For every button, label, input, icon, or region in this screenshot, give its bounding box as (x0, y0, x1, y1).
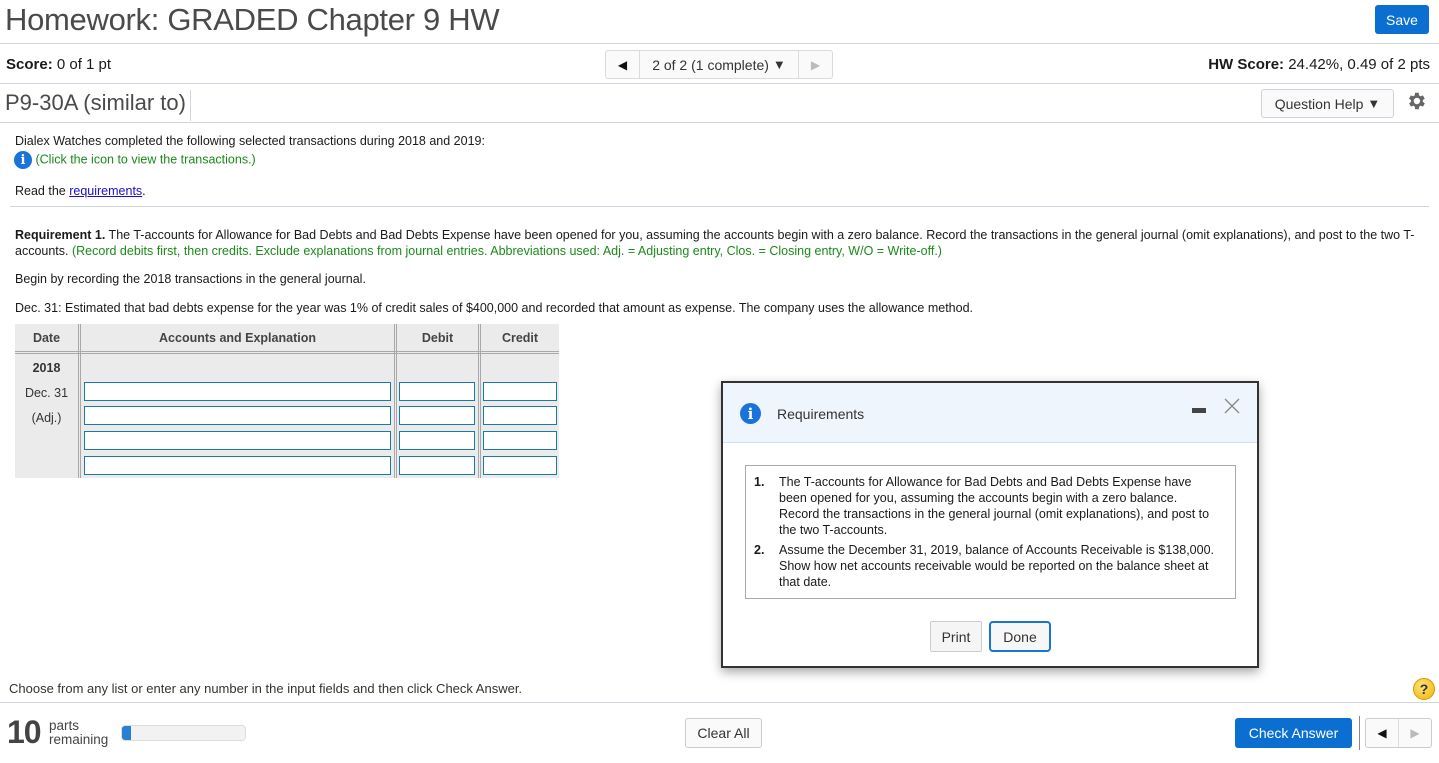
credit-input-row-2[interactable] (483, 406, 557, 425)
requirement-number: 1. (754, 475, 765, 489)
answer-instructions: Choose from any list or enter any number… (9, 681, 523, 696)
credit-input-row-1[interactable] (483, 382, 557, 401)
account-input-row-1[interactable] (84, 382, 391, 401)
header-credit: Credit (501, 331, 539, 345)
requirement-number: 2. (754, 543, 765, 557)
progress-fill (122, 726, 131, 740)
journal-entry-tag: (Adj.) (31, 411, 62, 425)
requirement-item: 1. The T-accounts for Allowance for Bad D… (754, 474, 1215, 538)
footer-question-navigator: ◀ ▶ (1365, 718, 1432, 748)
read-prefix: Read the (15, 184, 70, 198)
read-suffix: . (142, 184, 146, 198)
requirement-text: The T-accounts for Allowance for Bad Deb… (779, 475, 1210, 537)
intro-text: Dialex Watches completed the following s… (15, 134, 485, 148)
divider (0, 122, 1439, 123)
hw-score-label: HW Score: (1208, 56, 1285, 73)
credit-input-row-3[interactable] (483, 431, 557, 450)
problem-id: P9-30A (similar to) (5, 90, 191, 121)
requirements-link[interactable]: requirements (69, 184, 142, 198)
read-requirements-text: Read the requirements. (15, 184, 146, 198)
credit-input-row-4[interactable] (483, 456, 557, 475)
click-icon-text: (Click the icon to view the transactions… (35, 152, 256, 167)
requirement-1-hint: (Record debits first, then credits. Excl… (71, 244, 942, 258)
header-date: Date (32, 331, 61, 345)
question-selector-dropdown[interactable]: 2 of 2 (1 complete) ▼ (640, 51, 798, 78)
print-button[interactable]: Print (930, 621, 982, 652)
score: Score: 0 of 1 pt (6, 56, 111, 73)
dialog-title: Requirements (777, 406, 865, 422)
requirements-dialog: i Requirements 1. The T-accounts for Allo… (721, 381, 1259, 668)
transaction-text: Dec. 31: Estimated that bad debts expens… (15, 301, 973, 315)
debit-input-row-1[interactable] (399, 382, 475, 401)
save-button[interactable]: Save (1375, 5, 1429, 34)
next-question-button[interactable]: ▶ (798, 51, 832, 78)
hw-score: HW Score: 24.42%, 0.49 of 2 pts (1208, 56, 1430, 73)
score-label: Score: (6, 56, 53, 73)
account-input-row-3[interactable] (84, 431, 391, 450)
triangle-left-icon: ◀ (1377, 726, 1387, 740)
debit-input-row-3[interactable] (399, 431, 475, 450)
triangle-right-icon: ▶ (1410, 726, 1420, 740)
divider (0, 702, 1439, 703)
journal-year: 2018 (32, 361, 61, 375)
question-help-button[interactable]: Question Help ▼ (1261, 89, 1394, 118)
page-title: Homework: GRADED Chapter 9 HW (5, 2, 500, 37)
requirements-list: 1. The T-accounts for Allowance for Bad D… (754, 474, 1215, 590)
account-input-row-2[interactable] (84, 406, 391, 425)
done-button[interactable]: Done (989, 621, 1051, 652)
account-input-row-4[interactable] (84, 456, 391, 475)
question-help-label: Question Help (1274, 95, 1364, 112)
info-icon[interactable]: i (14, 151, 32, 169)
journal-date: Dec. 31 (24, 386, 69, 400)
close-icon[interactable] (1222, 396, 1242, 416)
caret-down-icon: ▼ (1367, 96, 1381, 111)
help-icon[interactable]: ? (1413, 678, 1435, 700)
header-separator (15, 351, 559, 354)
next-question-button[interactable]: ▶ (1399, 719, 1431, 747)
debit-input-row-2[interactable] (399, 406, 475, 425)
column-separator (394, 324, 397, 478)
header-debit: Debit (421, 331, 454, 345)
header-accounts: Accounts and Explanation (159, 331, 316, 345)
parts-label-line-1: parts (49, 718, 80, 733)
clear-all-button[interactable]: Clear All (685, 718, 762, 748)
hw-score-value: 24.42%, 0.49 of 2 pts (1288, 56, 1430, 73)
requirement-1-label: Requirement 1. (15, 228, 106, 242)
question-navigator: ◀ 2 of 2 (1 complete) ▼ ▶ (605, 50, 833, 79)
parts-remaining-label: parts remaining (49, 719, 108, 747)
caret-down-icon: ▼ (772, 57, 786, 72)
parts-remaining-count: 10 (7, 714, 42, 750)
requirement-1-text: Requirement 1. The T-accounts for Allowa… (15, 227, 1420, 259)
parts-label-line-2: remaining (49, 732, 109, 747)
triangle-left-icon: ◀ (617, 57, 628, 72)
general-journal-table: Date Accounts and Explanation Debit Cred… (15, 324, 559, 478)
divider (0, 43, 1439, 44)
previous-question-button[interactable]: ◀ (606, 51, 640, 78)
requirements-list-box: 1. The T-accounts for Allowance for Bad D… (745, 465, 1236, 599)
requirement-text: Assume the December 31, 2019, balance of… (779, 543, 1214, 589)
begin-text: Begin by recording the 2018 transactions… (15, 272, 366, 286)
transactions-link-row: i (Click the icon to view the transactio… (14, 151, 256, 169)
score-value: 0 of 1 pt (56, 56, 112, 73)
triangle-right-icon: ▶ (810, 57, 821, 72)
previous-question-button[interactable]: ◀ (1366, 719, 1399, 747)
divider (0, 83, 1439, 84)
gear-icon[interactable] (1405, 90, 1427, 112)
dialog-header: i Requirements (723, 383, 1257, 443)
minimize-icon[interactable] (1192, 408, 1206, 413)
question-position: 2 of 2 (1 complete) (652, 56, 769, 73)
divider (1359, 716, 1360, 750)
parts-progress-bar (121, 725, 246, 741)
debit-input-row-4[interactable] (399, 456, 475, 475)
info-icon: i (740, 403, 761, 424)
check-answer-button[interactable]: Check Answer (1235, 718, 1352, 748)
column-separator (478, 324, 481, 478)
column-separator (78, 324, 81, 478)
divider (10, 206, 1429, 207)
requirement-item: 2. Assume the December 31, 2019, balance … (754, 542, 1215, 590)
